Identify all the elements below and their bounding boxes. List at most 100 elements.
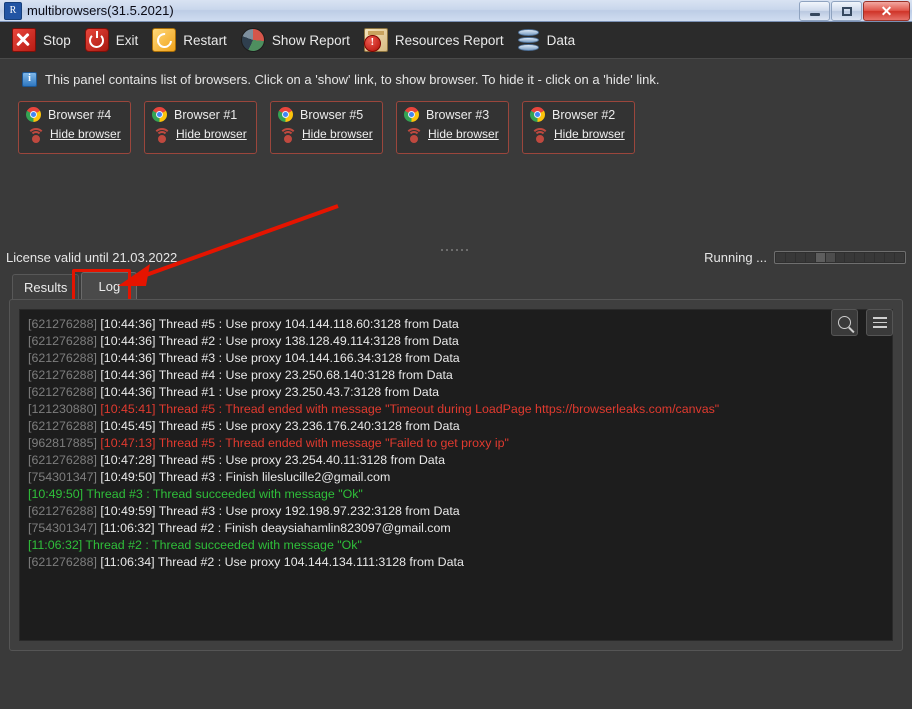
- log-line: [621276288] [10:44:36] Thread #3 : Use p…: [28, 350, 884, 367]
- warning-document-icon: !: [363, 28, 388, 52]
- maximize-button[interactable]: [831, 1, 862, 21]
- power-icon: [84, 28, 109, 52]
- minimize-button[interactable]: [799, 1, 830, 21]
- progress-segment: [825, 253, 835, 262]
- chrome-icon: [530, 107, 545, 122]
- log-message: [10:44:36] Thread #4 : Use proxy 23.250.…: [100, 368, 453, 382]
- log-line: [621276288] [10:47:28] Thread #5 : Use p…: [28, 452, 884, 469]
- data-button[interactable]: Data: [516, 26, 588, 54]
- hide-browser-link[interactable]: Hide browser: [428, 127, 499, 141]
- log-message: [10:47:13] Thread #5 : Thread ended with…: [100, 436, 509, 450]
- log-thread-id: [621276288]: [28, 317, 101, 331]
- progress-segment: [795, 253, 805, 262]
- progress-segment: [776, 253, 785, 262]
- splitter-grip[interactable]: [441, 249, 469, 251]
- running-status: Running ...: [704, 250, 906, 265]
- search-icon: [838, 316, 851, 329]
- hide-browser-link[interactable]: Hide browser: [554, 127, 625, 141]
- app-icon: R: [4, 1, 22, 20]
- log-message: [11:06:32] Thread #2 : Finish deaysiaham…: [100, 521, 451, 535]
- log-thread-id: [621276288]: [28, 453, 101, 467]
- progress-bar: [774, 251, 906, 264]
- log-output[interactable]: [621276288] [10:44:36] Thread #5 : Use p…: [19, 309, 893, 641]
- data-button-label: Data: [546, 32, 576, 48]
- progress-segment: [855, 253, 865, 262]
- hide-browser-link[interactable]: Hide browser: [50, 127, 121, 141]
- tab-bar: Results Log: [0, 204, 912, 308]
- log-panel: [621276288] [10:44:36] Thread #5 : Use p…: [9, 299, 903, 651]
- annotation-arrow: [118, 204, 339, 286]
- log-search-button[interactable]: [831, 309, 858, 336]
- stop-button[interactable]: Stop: [10, 26, 83, 54]
- log-thread-id: [621276288]: [28, 334, 101, 348]
- show-report-button[interactable]: Show Report: [239, 26, 362, 54]
- log-thread-id: [621276288]: [28, 368, 101, 382]
- wifi-icon: [404, 128, 423, 143]
- progress-segment: [875, 253, 885, 262]
- tab-log[interactable]: Log: [81, 272, 138, 299]
- window-title: multibrowsers(31.5.2021): [27, 3, 174, 18]
- log-line: [962817885] [10:47:13] Thread #5 : Threa…: [28, 435, 884, 452]
- close-button[interactable]: ✕: [863, 1, 910, 21]
- log-thread-id: [121230880]: [28, 402, 101, 416]
- log-thread-id: [621276288]: [28, 351, 101, 365]
- exit-button[interactable]: Exit: [83, 26, 151, 54]
- browser-card[interactable]: Browser #1 Hide browser: [144, 101, 257, 154]
- browser-card[interactable]: Browser #5 Hide browser: [270, 101, 383, 154]
- show-report-button-label: Show Report: [271, 32, 350, 48]
- log-message: [10:44:36] Thread #1 : Use proxy 23.250.…: [100, 385, 440, 399]
- tab-results-label: Results: [24, 279, 68, 295]
- browser-name: Browser #1: [174, 107, 238, 122]
- maximize-icon: [841, 6, 852, 16]
- log-line: [621276288] [10:44:36] Thread #4 : Use p…: [28, 367, 884, 384]
- browser-name: Browser #4: [48, 107, 112, 122]
- log-line: [621276288] [10:45:45] Thread #5 : Use p…: [28, 418, 884, 435]
- browser-card[interactable]: Browser #4 Hide browser: [18, 101, 131, 154]
- progress-segment: [885, 253, 895, 262]
- log-line: [621276288] [10:44:36] Thread #1 : Use p…: [28, 384, 884, 401]
- hide-browser-link[interactable]: Hide browser: [302, 127, 373, 141]
- restart-button-label: Restart: [183, 32, 227, 48]
- log-line: [754301347] [10:49:50] Thread #3 : Finis…: [28, 469, 884, 486]
- chrome-icon: [26, 107, 41, 122]
- window-titlebar: R multibrowsers(31.5.2021) ✕: [0, 0, 912, 22]
- chrome-icon: [152, 107, 167, 122]
- log-message: [11:06:34] Thread #2 : Use proxy 104.144…: [100, 555, 464, 569]
- wifi-icon: [152, 128, 171, 143]
- log-message: [11:06:32] Thread #2 : Thread succeeded …: [28, 538, 362, 552]
- hide-browser-link[interactable]: Hide browser: [176, 127, 247, 141]
- stop-button-label: Stop: [43, 32, 71, 48]
- log-message: [10:44:36] Thread #3 : Use proxy 104.144…: [100, 351, 460, 365]
- progress-segment: [835, 253, 845, 262]
- log-message: [10:47:28] Thread #5 : Use proxy 23.254.…: [100, 453, 445, 467]
- log-message: [10:44:36] Thread #2 : Use proxy 138.128…: [100, 334, 459, 348]
- log-message: [10:44:36] Thread #5 : Use proxy 104.144…: [100, 317, 459, 331]
- refresh-icon: [152, 28, 177, 52]
- running-label: Running ...: [704, 250, 767, 265]
- stop-icon: [12, 28, 36, 52]
- tab-results[interactable]: Results: [12, 274, 80, 299]
- log-line: [621276288] [10:44:36] Thread #5 : Use p…: [28, 316, 884, 333]
- progress-segment: [865, 253, 875, 262]
- log-thread-id: [754301347]: [28, 470, 101, 484]
- status-bar: License valid until 21.03.2022 Running .…: [0, 246, 912, 272]
- exit-button-label: Exit: [115, 32, 139, 48]
- chrome-icon: [404, 107, 419, 122]
- progress-segment: [805, 253, 815, 262]
- progress-segment: [815, 253, 825, 262]
- browser-card[interactable]: Browser #3 Hide browser: [396, 101, 509, 154]
- info-icon: i: [22, 72, 37, 87]
- resources-report-button[interactable]: ! Resources Report: [362, 26, 516, 54]
- log-line: [621276288] [10:44:36] Thread #2 : Use p…: [28, 333, 884, 350]
- tab-log-label: Log: [98, 278, 121, 294]
- restart-button[interactable]: Restart: [150, 26, 239, 54]
- log-line: [10:49:50] Thread #3 : Thread succeeded …: [28, 486, 884, 503]
- log-thread-id: [621276288]: [28, 385, 101, 399]
- wifi-icon: [530, 128, 549, 143]
- browser-name: Browser #5: [300, 107, 364, 122]
- log-thread-id: [621276288]: [28, 419, 101, 433]
- log-line: [621276288] [11:06:34] Thread #2 : Use p…: [28, 554, 884, 571]
- progress-segment: [845, 253, 855, 262]
- log-menu-button[interactable]: [866, 309, 893, 336]
- browser-card[interactable]: Browser #2 Hide browser: [522, 101, 635, 154]
